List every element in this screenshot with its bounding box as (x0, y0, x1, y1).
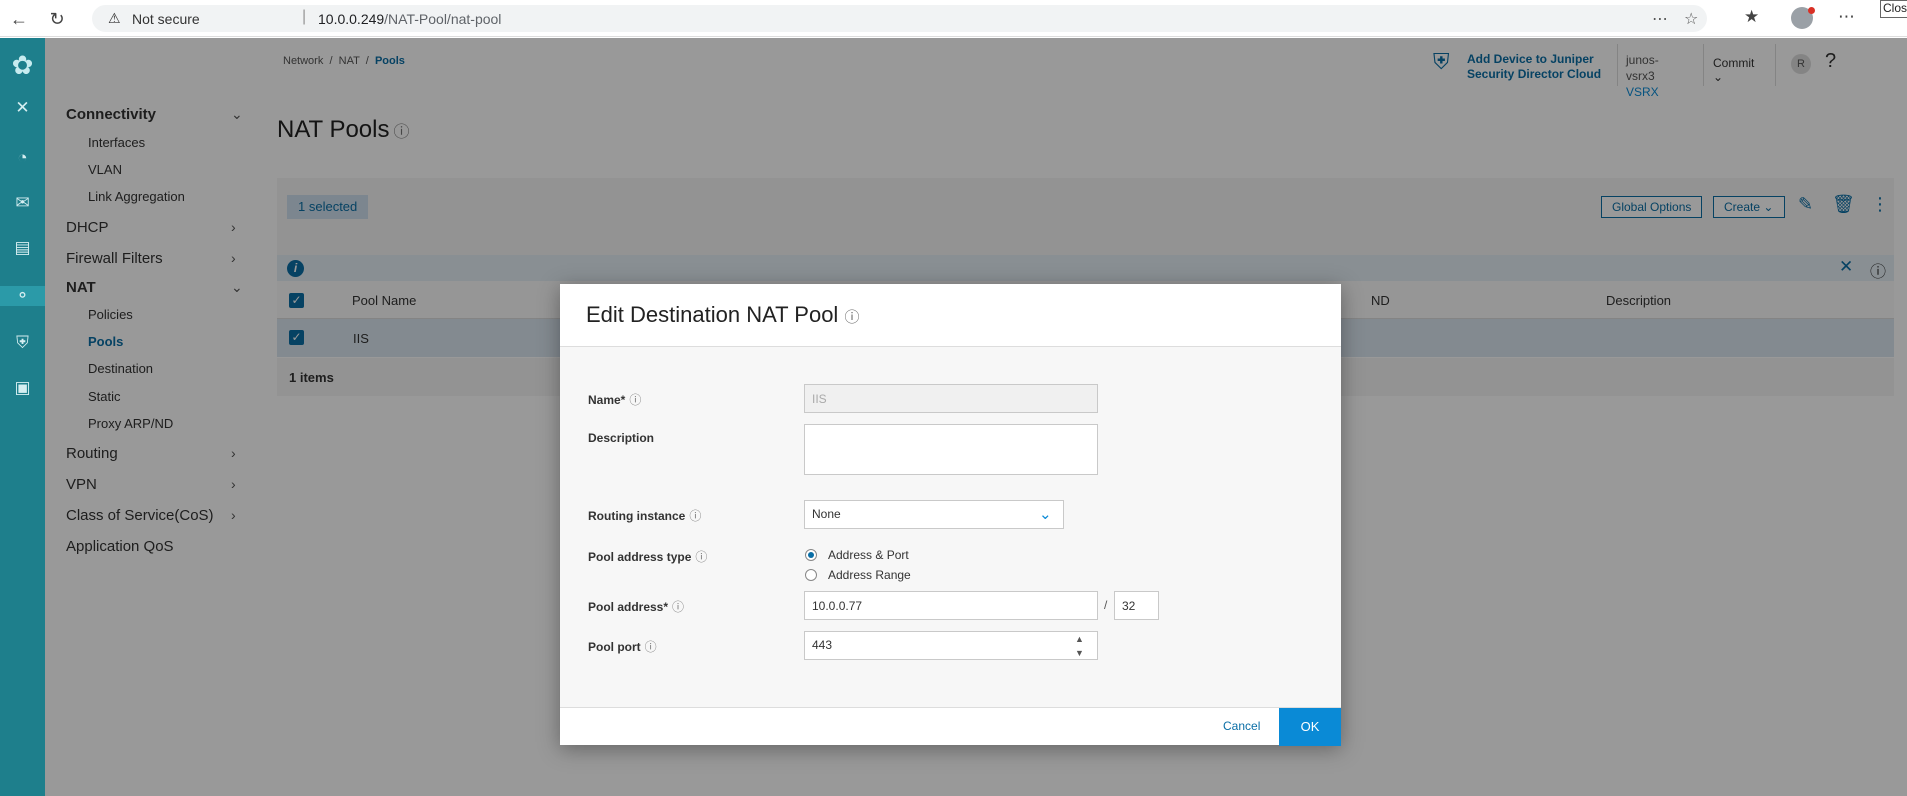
juniper-logo-icon[interactable]: ✿ (0, 50, 45, 81)
pool-address-field[interactable] (804, 591, 1098, 620)
address-bar[interactable]: ⚠ Not secure | 10.0.0.249/NAT-Pool/nat-p… (92, 5, 1707, 32)
description-field[interactable] (804, 424, 1098, 475)
close-tooltip: Close (1880, 0, 1907, 18)
pool-type-label-text: Pool address type (588, 550, 692, 564)
cancel-button[interactable]: Cancel (1223, 719, 1260, 733)
edit-destination-nat-pool-dialog: Edit Destination NAT Pool ⓘ Name*ⓘ Descr… (560, 284, 1341, 746)
name-field (804, 384, 1098, 413)
pool-address-type-label: Pool address type ⓘ (588, 548, 707, 565)
pool-prefix-field[interactable] (1114, 591, 1159, 620)
ok-button[interactable]: OK (1279, 708, 1341, 746)
name-label: Name* ⓘ (588, 391, 641, 408)
reload-icon[interactable]: ↻ (46, 8, 68, 30)
favorites-icon[interactable]: ★ (1744, 7, 1759, 27)
url-host: 10.0.0.249 (318, 11, 385, 27)
favorite-star-icon[interactable]: ☆ (1684, 9, 1698, 29)
notification-dot (1808, 7, 1815, 14)
description-label: Description (588, 431, 655, 445)
address-divider: | (302, 8, 307, 25)
warning-icon: ⚠ (108, 10, 121, 26)
url-path: /NAT-Pool/nat-pool (384, 11, 502, 27)
app-rail: ✿ ✕ ◔ ✉ ▤ ⚬ ⛨ ▣ (0, 38, 45, 796)
modal-title: Edit Destination NAT Pool ⓘ (586, 302, 859, 328)
stepper-down-icon[interactable]: ▼ (1075, 640, 1084, 667)
pool-address-label: Pool address* ⓘ (588, 598, 684, 615)
modal-title-text: Edit Destination NAT Pool (586, 302, 839, 327)
radio-address-range[interactable] (805, 569, 817, 581)
back-icon[interactable]: ← (8, 8, 30, 30)
help-circle-icon[interactable]: ⓘ (672, 600, 684, 614)
lock-icon[interactable]: ▣ (0, 378, 45, 398)
close-menu-icon[interactable]: ✕ (0, 98, 45, 118)
dashboard-icon[interactable]: ◔ (0, 148, 45, 168)
pool-address-label-text: Pool address* (588, 600, 669, 614)
network-icon[interactable]: ⚬ (0, 286, 45, 306)
help-circle-icon[interactable]: ⓘ (689, 509, 701, 523)
modal-footer: Cancel OK (560, 707, 1341, 746)
url-text: 10.0.0.249/NAT-Pool/nat-pool (318, 11, 501, 27)
pool-port-value: 443 (812, 638, 833, 652)
security-label: Not secure (132, 11, 200, 27)
device-icon[interactable]: ▤ (0, 238, 45, 258)
security-shield-icon[interactable]: ⛨ (0, 333, 45, 353)
monitor-icon[interactable]: ✉ (0, 193, 45, 213)
routing-instance-select[interactable]: None ⌄ (804, 500, 1064, 529)
more-menu-icon[interactable]: ⋯ (1838, 7, 1855, 27)
pool-port-label-text: Pool port (588, 640, 641, 654)
routing-label-text: Routing instance (588, 509, 686, 523)
help-circle-icon[interactable]: ⓘ (695, 550, 707, 564)
modal-header: Edit Destination NAT Pool ⓘ (560, 284, 1341, 347)
radio-address-port-label[interactable]: Address & Port (828, 548, 909, 562)
routing-instance-value: None (812, 507, 841, 521)
help-circle-icon[interactable]: ⓘ (629, 393, 641, 407)
reader-icon[interactable]: ⋯ (1652, 9, 1668, 29)
help-circle-icon[interactable]: ⓘ (844, 309, 859, 326)
routing-instance-label: Routing instance ⓘ (588, 507, 701, 524)
name-label-text: Name* (588, 393, 626, 407)
radio-address-port[interactable] (805, 549, 817, 561)
pool-port-stepper[interactable]: 443 ▲ ▼ (804, 631, 1098, 660)
chevron-down-icon: ⌄ (1039, 506, 1052, 523)
pool-port-label: Pool port ⓘ (588, 638, 657, 655)
radio-address-range-label[interactable]: Address Range (828, 568, 911, 582)
browser-toolbar: ← ↻ ⚠ Not secure | 10.0.0.249/NAT-Pool/n… (0, 0, 1907, 37)
help-circle-icon[interactable]: ⓘ (645, 640, 657, 654)
prefix-separator: / (1104, 598, 1108, 612)
